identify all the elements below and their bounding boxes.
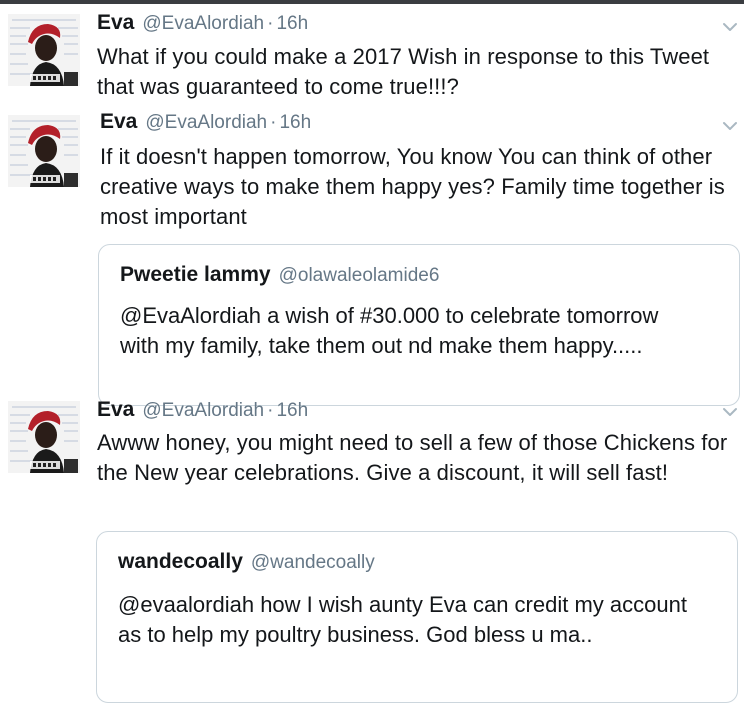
quoted-tweet-header: wandecoally @wandecoally: [118, 550, 375, 574]
quoted-author-handle: @wandecoally: [250, 552, 375, 573]
timestamp[interactable]: 16h: [276, 400, 308, 422]
author-handle[interactable]: @EvaAlordiah: [142, 400, 264, 422]
avatar[interactable]: [8, 401, 80, 473]
quoted-tweet-text: @evaalordiah how I wish aunty Eva can cr…: [118, 592, 687, 647]
tweet-header: Eva @EvaAlordiah · 16h: [97, 398, 308, 422]
tweet[interactable]: Eva @EvaAlordiah · 16h Awww honey, you m…: [0, 0, 744, 703]
tweet-text: Awww honey, you might need to sell a few…: [97, 430, 728, 485]
chevron-down-icon[interactable]: [722, 407, 738, 417]
separator: ·: [267, 400, 274, 421]
author-name[interactable]: Eva: [97, 398, 134, 422]
quoted-author-name: wandecoally: [118, 550, 243, 573]
quoted-tweet[interactable]: wandecoally @wandecoally @evaalordiah ho…: [96, 531, 738, 703]
